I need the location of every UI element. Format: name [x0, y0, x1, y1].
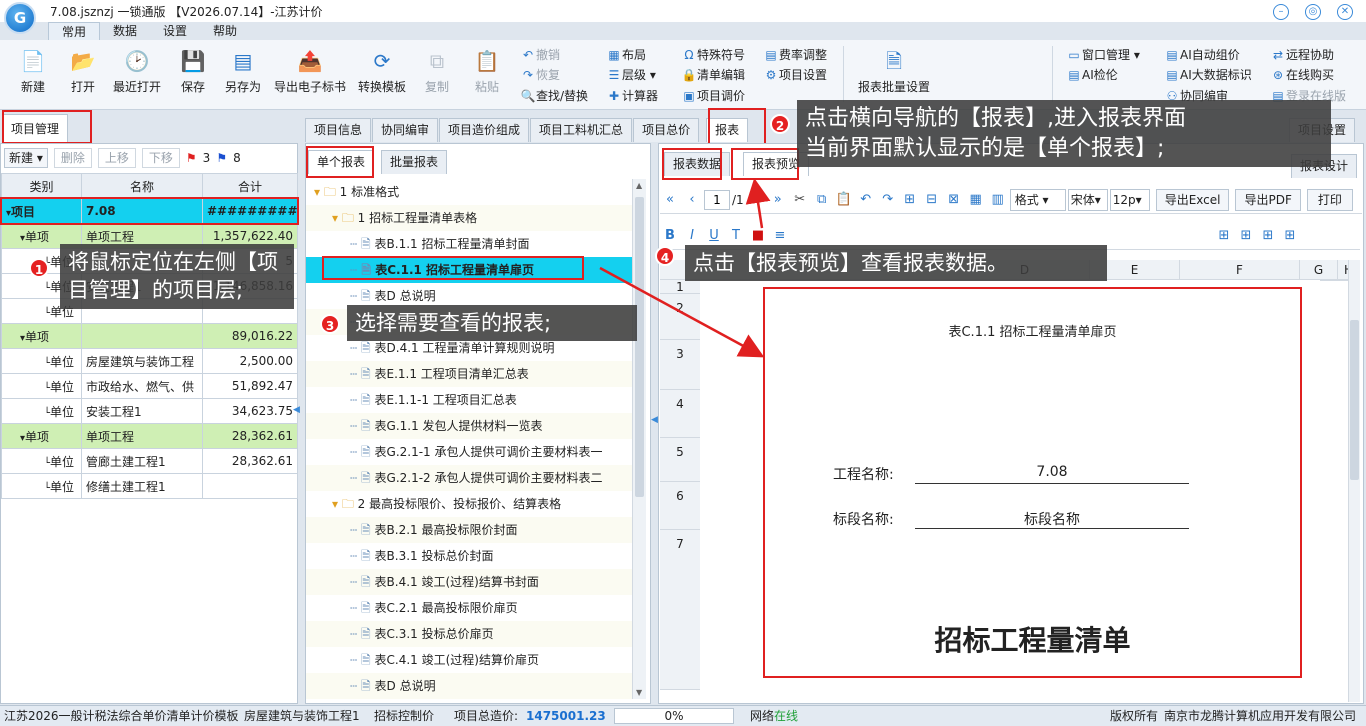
callout-4-badge: 4 [655, 246, 675, 266]
callout-4: 点击【报表预览】查看报表数据。 [685, 245, 1107, 282]
progress-text: 0% [664, 709, 684, 723]
callout-3: 选择需要查看的报表; [347, 305, 637, 342]
arrow-to-preview-tab [745, 178, 771, 229]
callout-2: 点击横向导航的【报表】,进入报表界面 当前界面默认显示的是【单个报表】; [797, 100, 1331, 168]
status-copyright: 版权所有 [1110, 709, 1159, 723]
status-network: 网络在线 [750, 709, 799, 723]
status-bar: 江苏2026一般计税法综合单价清单计价模板 房屋建筑与装饰工程1 招标控制价 项… [0, 705, 1366, 726]
status-template: 江苏2026一般计税法综合单价清单计价模板 [4, 709, 239, 723]
status-control: 招标控制价 [374, 709, 435, 723]
callout-1-badge: 1 [29, 258, 49, 278]
callout-1: 将鼠标定位在左侧【项目管理】的项目层; [60, 244, 294, 309]
status-project: 房屋建筑与装饰工程1 [244, 709, 360, 723]
callout-2-badge: 2 [770, 114, 790, 134]
status-company: 南京市龙腾计算机应用开发有限公司 [1164, 709, 1357, 723]
callout-3-badge: 3 [320, 314, 340, 334]
status-total-value: 1475001.23 [526, 709, 606, 723]
progress-bar: 0% [614, 708, 734, 724]
status-total-label: 项目总造价: [454, 709, 519, 723]
